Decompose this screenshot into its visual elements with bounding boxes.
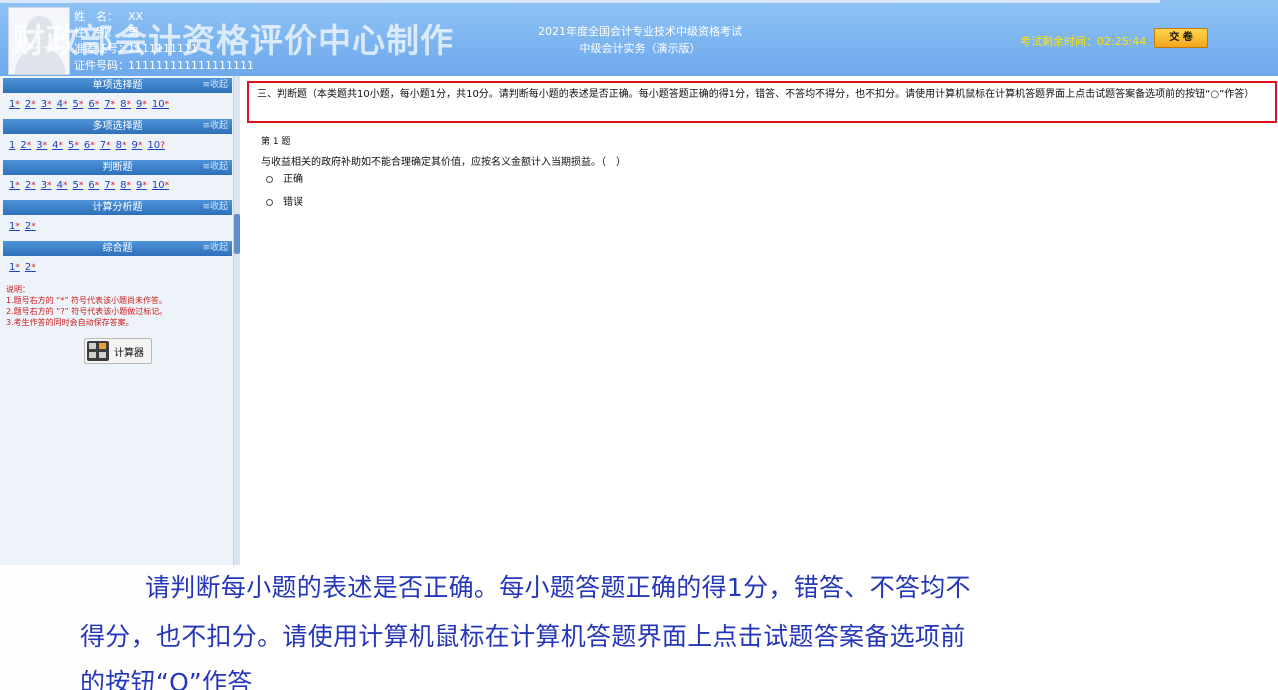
legend-notes: 说明： 1.题号右方的 “*” 符号代表该小题尚未作答。 2.题号右方的 “?”…: [6, 284, 167, 328]
option-true[interactable]: 正确: [266, 170, 303, 185]
single-choice-links: 1* 2* 3* 4* 5* 6* 7* 8* 9* 10*: [9, 99, 174, 113]
question-link[interactable]: 2*: [20, 140, 31, 151]
section-header-comprehensive: 综合题 ≡收起: [3, 241, 232, 256]
question-link[interactable]: 5*: [73, 180, 84, 191]
question-link[interactable]: 2*: [25, 180, 36, 191]
question-link[interactable]: 1*: [9, 262, 20, 273]
calculator-button[interactable]: 计算器: [84, 338, 152, 364]
radio-button-icon[interactable]: [266, 198, 273, 206]
option-label: 正确: [283, 174, 303, 185]
section-title: 判断题: [102, 162, 133, 173]
producer-watermark: 财政部会计资格评价中心制作: [12, 21, 454, 60]
true-false-links: 1* 2* 3* 4* 5* 6* 7* 8* 9* 10*: [9, 180, 174, 194]
question-link[interactable]: 10*: [152, 180, 169, 191]
question-link[interactable]: 10*: [152, 99, 169, 110]
question-link[interactable]: 1*: [9, 221, 20, 232]
exam-header: 姓 名： XX 性 别：男 准考证号：1111111111 证件号码：111111…: [0, 0, 1278, 76]
question-link[interactable]: 6*: [84, 140, 95, 151]
question-link[interactable]: 8*: [120, 99, 131, 110]
question-link[interactable]: 2*: [25, 221, 36, 232]
question-link[interactable]: 2*: [25, 99, 36, 110]
section-title: 多项选择题: [92, 121, 143, 132]
section-header-true-false: 判断题 ≡收起: [3, 160, 232, 175]
question-link[interactable]: 10?: [147, 140, 165, 151]
collapse-toggle[interactable]: ≡收起: [202, 119, 228, 134]
question-link[interactable]: 2*: [25, 262, 36, 273]
section-header-multiple-choice: 多项选择题 ≡收起: [3, 119, 232, 134]
question-link[interactable]: 3*: [41, 99, 52, 110]
subtitle-line-3: 的按钮“O”作答: [80, 668, 253, 690]
question-link[interactable]: 3*: [41, 180, 52, 191]
section-instructions: 三、判断题（本类题共10小题，每小题1分，共10分。请判断每小题的表述是否正确。…: [247, 81, 1277, 123]
question-link[interactable]: 5*: [68, 140, 79, 151]
question-link[interactable]: 4*: [57, 99, 68, 110]
collapse-toggle[interactable]: ≡收起: [202, 241, 228, 256]
section-title: 计算分析题: [92, 202, 143, 213]
header-top-line: [0, 0, 1160, 3]
question-text: 与收益相关的政府补助如不能合理确定其价值，应按名义金额计入当期损益。（ ）: [261, 157, 626, 168]
subtitle-line-2: 得分，也不扣分。请使用计算机鼠标在计算机答题界面上点击试题答案备选项前: [80, 622, 966, 651]
section-title: 综合题: [102, 243, 133, 254]
note-unanswered: 1.题号右方的 “*” 符号代表该小题尚未作答。: [6, 296, 168, 305]
exam-title-line-1: 2021年度全国会计专业技术中级资格考试: [538, 25, 742, 38]
subtitle-line-1: 请判断每小题的表述是否正确。每小题答题正确的得1分，错答、不答均不: [145, 573, 971, 602]
question-link[interactable]: 6*: [88, 180, 99, 191]
question-link[interactable]: 8*: [120, 180, 131, 191]
exam-title: 2021年度全国会计专业技术中级资格考试 中级会计实务（演示版）: [500, 23, 780, 57]
note-marked: 2.题号右方的 “?” 符号代表该小题做过标记。: [6, 307, 168, 316]
question-link[interactable]: 1*: [9, 180, 20, 191]
timer-value: 02:25:44: [1097, 35, 1147, 48]
timer-label: 考试剩余时间：: [1020, 35, 1097, 48]
note-autosave: 3.考生作答的同时会自动保存答案。: [6, 318, 134, 327]
question-link[interactable]: 6*: [88, 99, 99, 110]
section-title: 单项选择题: [92, 80, 143, 91]
calculator-icon: [87, 341, 109, 361]
calculator-label: 计算器: [114, 348, 144, 359]
question-link[interactable]: 8*: [116, 140, 127, 151]
notes-heading: 说明：: [6, 285, 30, 294]
collapse-toggle[interactable]: ≡收起: [202, 160, 228, 175]
calculation-links: 1* 2*: [9, 221, 41, 235]
option-false[interactable]: 错误: [266, 193, 303, 208]
collapse-toggle[interactable]: ≡收起: [202, 78, 228, 93]
question-link[interactable]: 9*: [136, 99, 147, 110]
question-link[interactable]: 7*: [104, 180, 115, 191]
section-header-single-choice: 单项选择题 ≡收起: [3, 78, 232, 93]
collapse-toggle[interactable]: ≡收起: [202, 200, 228, 215]
multiple-choice-links: 1 2* 3* 4* 5* 6* 7* 8* 9* 10?: [9, 140, 170, 154]
question-link[interactable]: 9*: [132, 140, 143, 151]
exam-title-line-2: 中级会计实务（演示版）: [579, 42, 701, 55]
question-link[interactable]: 1: [9, 140, 15, 151]
question-number: 第 1 题: [261, 137, 291, 147]
remaining-time: 考试剩余时间：02:25:44: [1020, 33, 1146, 49]
subtitle-overlay: 请判断每小题的表述是否正确。每小题答题正确的得1分，错答、不答均不 得分，也不扣…: [0, 565, 1278, 690]
question-link[interactable]: 3*: [36, 140, 47, 151]
question-link[interactable]: 7*: [100, 140, 111, 151]
question-link[interactable]: 1*: [9, 99, 20, 110]
section-header-calculation: 计算分析题 ≡收起: [3, 200, 232, 215]
question-link[interactable]: 9*: [136, 180, 147, 191]
comprehensive-links: 1* 2*: [9, 262, 41, 276]
question-link[interactable]: 5*: [73, 99, 84, 110]
option-label: 错误: [283, 197, 303, 208]
submit-exam-button[interactable]: 交 卷: [1154, 28, 1208, 48]
question-link[interactable]: 7*: [104, 99, 115, 110]
radio-button-icon[interactable]: [266, 175, 273, 183]
question-link[interactable]: 4*: [57, 180, 68, 191]
question-link[interactable]: 4*: [52, 140, 63, 151]
